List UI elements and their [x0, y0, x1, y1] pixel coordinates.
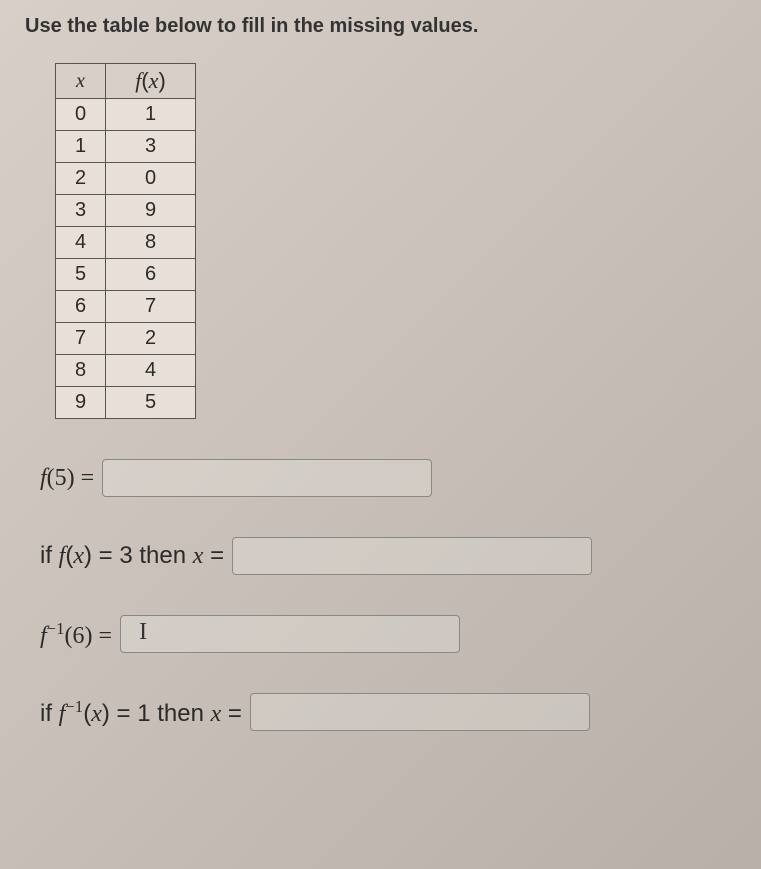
cell-fx: 4 — [106, 355, 196, 387]
cell-x: 3 — [56, 195, 106, 227]
table-row: 13 — [56, 131, 196, 163]
cell-fx: 6 — [106, 259, 196, 291]
cell-fx: 7 — [106, 291, 196, 323]
cell-x: 8 — [56, 355, 106, 387]
cell-fx: 1 — [106, 99, 196, 131]
cell-x: 2 — [56, 163, 106, 195]
q2-input[interactable] — [232, 537, 592, 575]
q1-label: f(5) = — [40, 465, 94, 492]
table-row: 20 — [56, 163, 196, 195]
cell-fx: 5 — [106, 387, 196, 419]
question-3: f−1(6) = I — [40, 615, 736, 653]
q3-input[interactable]: I — [120, 615, 460, 653]
q1-input[interactable] — [102, 459, 432, 497]
question-4: if f−1(x) = 1 then x = — [40, 693, 736, 731]
cell-x: 7 — [56, 323, 106, 355]
question-2: if f(x) = 3 then x = — [40, 537, 736, 575]
cell-x: 1 — [56, 131, 106, 163]
cell-x: 0 — [56, 99, 106, 131]
cell-x: 4 — [56, 227, 106, 259]
table-row: 56 — [56, 259, 196, 291]
q4-input[interactable] — [250, 693, 590, 731]
table-row: 01 — [56, 99, 196, 131]
table-row: 84 — [56, 355, 196, 387]
cell-fx: 9 — [106, 195, 196, 227]
question-1: f(5) = — [40, 459, 736, 497]
table-row: 72 — [56, 323, 196, 355]
cell-x: 6 — [56, 291, 106, 323]
cell-fx: 2 — [106, 323, 196, 355]
q3-label: f−1(6) = — [40, 619, 112, 650]
instruction-text: Use the table below to fill in the missi… — [25, 15, 736, 38]
cell-fx: 0 — [106, 163, 196, 195]
header-x: x — [56, 64, 106, 99]
cell-fx: 8 — [106, 227, 196, 259]
q2-label: if f(x) = 3 then x = — [40, 542, 224, 570]
cell-x: 5 — [56, 259, 106, 291]
table-row: 39 — [56, 195, 196, 227]
text-cursor: I — [139, 619, 147, 646]
cell-x: 9 — [56, 387, 106, 419]
header-fx: f(x) — [106, 64, 196, 99]
cell-fx: 3 — [106, 131, 196, 163]
table-row: 67 — [56, 291, 196, 323]
function-table: x f(x) 01132039485667728495 — [55, 63, 736, 419]
table-row: 95 — [56, 387, 196, 419]
q4-label: if f−1(x) = 1 then x = — [40, 697, 242, 728]
table-row: 48 — [56, 227, 196, 259]
